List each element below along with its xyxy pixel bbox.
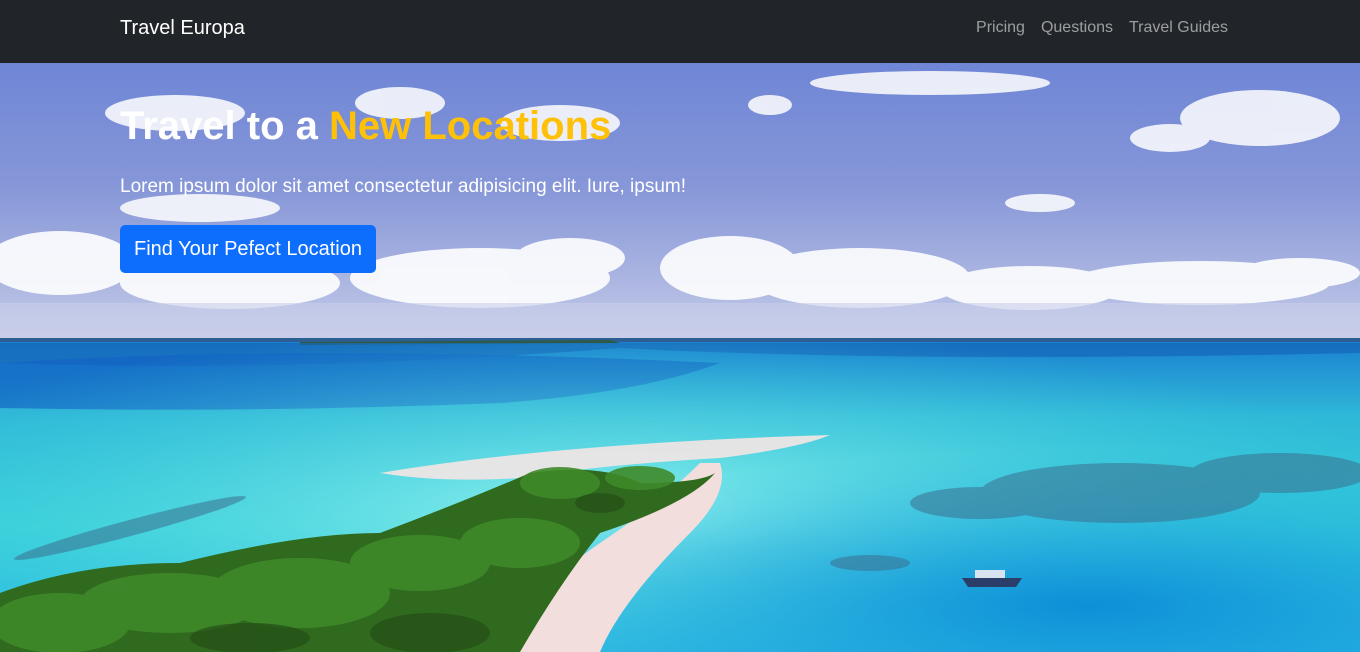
hero-background-image bbox=[0, 63, 1360, 652]
brand-logo-link[interactable]: Travel Europa bbox=[120, 16, 245, 40]
find-location-button[interactable]: Find Your Pefect Location bbox=[120, 225, 376, 273]
nav-link-pricing[interactable]: Pricing bbox=[976, 18, 1025, 38]
hero-section: Travel to a New Locations Lorem ipsum do… bbox=[0, 63, 1360, 652]
top-navbar: Travel Europa Pricing Questions Travel G… bbox=[0, 0, 1360, 63]
hero-title: Travel to a New Locations bbox=[120, 103, 611, 149]
hero-title-accent: New Locations bbox=[328, 104, 612, 148]
nav-link-travel-guides[interactable]: Travel Guides bbox=[1129, 18, 1228, 38]
hero-subtitle: Lorem ipsum dolor sit amet consectetur a… bbox=[120, 176, 687, 197]
nav-links: Pricing Questions Travel Guides bbox=[976, 18, 1228, 38]
hero-title-prefix: Travel to a bbox=[120, 104, 329, 148]
nav-link-questions[interactable]: Questions bbox=[1041, 18, 1113, 38]
